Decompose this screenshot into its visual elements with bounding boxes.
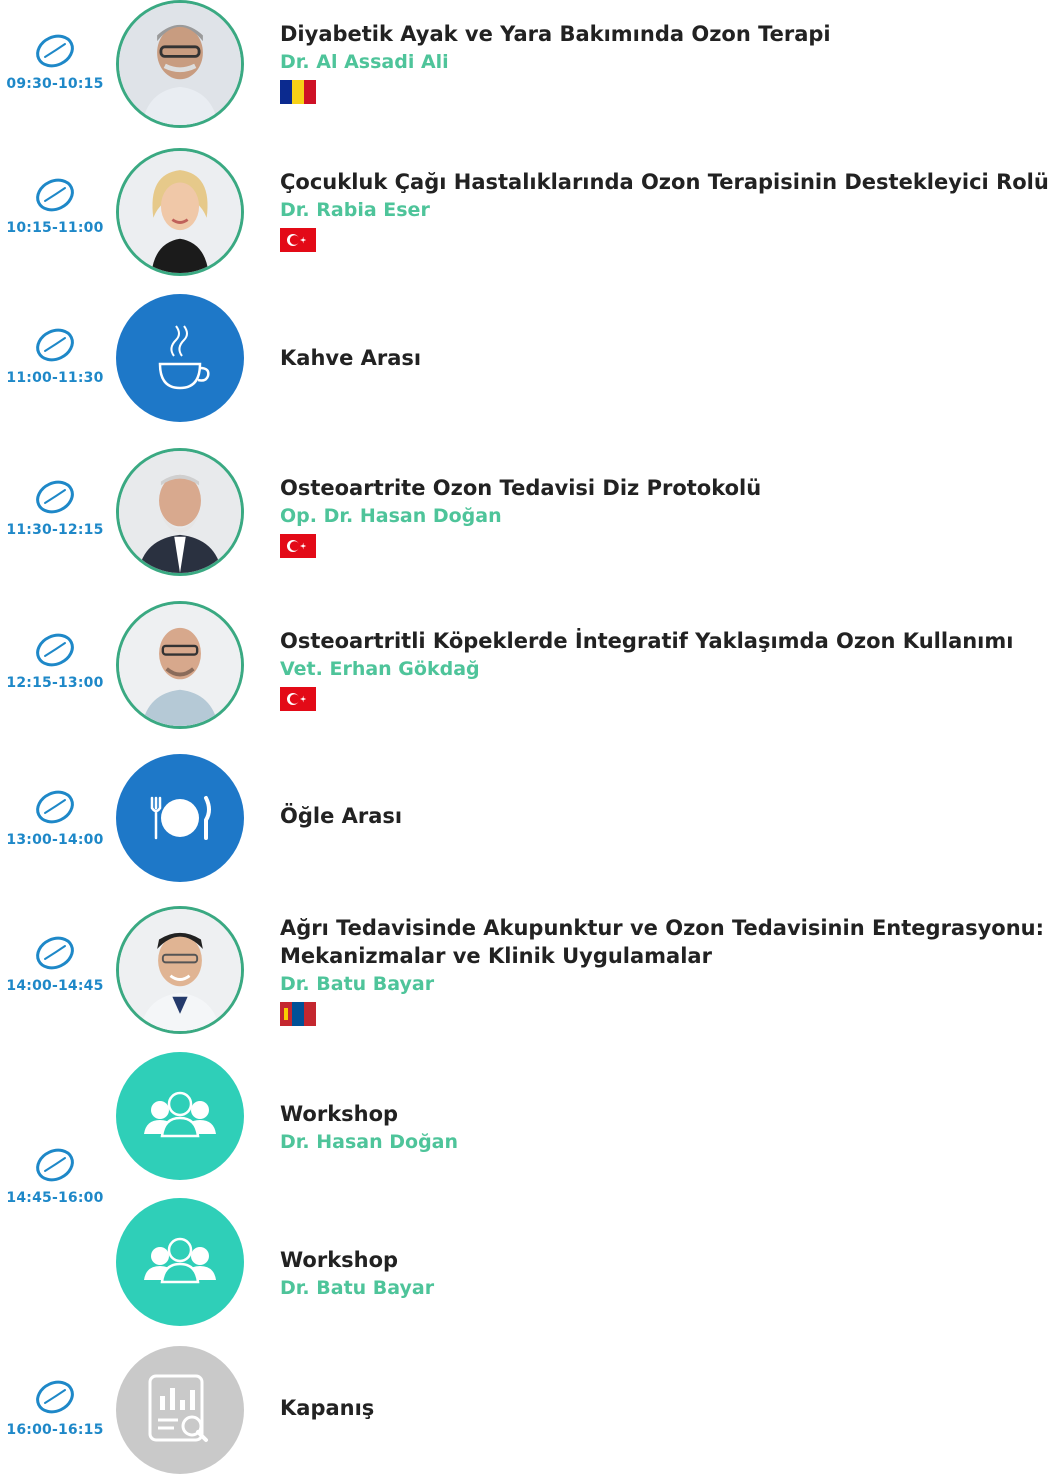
speaker-photo [116, 0, 244, 128]
session-info: Workshop Dr. Hasan Doğan [280, 1100, 1050, 1156]
speaker-name[interactable]: Dr. Hasan Doğan [280, 1128, 1050, 1156]
session-time: 10:15-11:00 [6, 220, 104, 236]
session-info: Osteoartritli Köpeklerde İntegratif Yakl… [280, 627, 1050, 711]
clock-icon [36, 633, 74, 667]
session-title: Öğle Arası [280, 804, 403, 828]
turkey-flag-icon [280, 534, 316, 558]
romania-flag-icon [280, 80, 316, 104]
session-title: Çocukluk Çağı Hastalıklarında Ozon Terap… [280, 170, 1049, 194]
coffee-cup-icon [116, 294, 244, 422]
speaker-photo [116, 448, 244, 576]
clock-icon [36, 328, 74, 362]
session-time: 14:00-14:45 [6, 978, 104, 994]
time-block: 12:15-13:00 [0, 631, 110, 691]
session-info: Ağrı Tedavisinde Akupunktur ve Ozon Teda… [280, 914, 1050, 1026]
speaker-name[interactable]: Vet. Erhan Gökdağ [280, 655, 1050, 683]
session-title: Diyabetik Ayak ve Yara Bakımında Ozon Te… [280, 22, 831, 46]
session-info: Öğle Arası [280, 802, 1050, 830]
time-block: 11:30-12:15 [0, 478, 110, 538]
report-search-icon [116, 1346, 244, 1474]
clock-icon [36, 480, 74, 514]
session-info: Workshop Dr. Batu Bayar [280, 1246, 1050, 1302]
clock-icon [36, 178, 74, 212]
session-info: Kapanış [280, 1394, 1050, 1422]
session-title-line-2: Mekanizmalar ve Klinik Uygulamalar [280, 944, 712, 968]
session-time: 13:00-14:00 [6, 832, 104, 848]
session-title-line-1: Ağrı Tedavisinde Akupunktur ve Ozon Teda… [280, 916, 1045, 940]
plate-fork-knife-icon [116, 754, 244, 882]
session-title: Osteoartrite Ozon Tedavisi Diz Protokolü [280, 476, 762, 500]
session-info: Kahve Arası [280, 344, 1050, 372]
group-people-icon [116, 1052, 244, 1180]
session-title: Kapanış [280, 1396, 375, 1420]
clock-icon [36, 1148, 74, 1182]
clock-icon [36, 1380, 74, 1414]
workshop-title: Workshop [280, 1248, 399, 1272]
time-block: 14:45-16:00 [0, 1146, 110, 1206]
speaker-photo [116, 148, 244, 276]
time-block: 13:00-14:00 [0, 788, 110, 848]
session-time: 12:15-13:00 [6, 675, 104, 691]
time-block: 10:15-11:00 [0, 176, 110, 236]
clock-icon [36, 936, 74, 970]
speaker-name[interactable]: Dr. Batu Bayar [280, 1274, 1050, 1302]
session-time: 11:00-11:30 [6, 370, 104, 386]
session-info: Çocukluk Çağı Hastalıklarında Ozon Terap… [280, 168, 1050, 252]
speaker-name[interactable]: Dr. Batu Bayar [280, 970, 1050, 998]
speaker-photo [116, 601, 244, 729]
mongolia-flag-icon [280, 1002, 316, 1026]
session-time: 14:45-16:00 [6, 1190, 104, 1206]
session-title: Kahve Arası [280, 346, 422, 370]
speaker-name[interactable]: Dr. Al Assadi Ali [280, 48, 1050, 76]
session-info: Diyabetik Ayak ve Yara Bakımında Ozon Te… [280, 20, 1050, 104]
session-time: 09:30-10:15 [6, 76, 104, 92]
time-block: 11:00-11:30 [0, 326, 110, 386]
clock-icon [36, 790, 74, 824]
speaker-name[interactable]: Dr. Rabia Eser [280, 196, 1050, 224]
speaker-name[interactable]: Op. Dr. Hasan Doğan [280, 502, 1050, 530]
turkey-flag-icon [280, 228, 316, 252]
session-time: 11:30-12:15 [6, 522, 104, 538]
clock-icon [36, 34, 74, 68]
speaker-photo [116, 906, 244, 1034]
session-title: Osteoartritli Köpeklerde İntegratif Yakl… [280, 629, 1014, 653]
time-block: 09:30-10:15 [0, 32, 110, 92]
workshop-title: Workshop [280, 1102, 399, 1126]
turkey-flag-icon [280, 687, 316, 711]
time-block: 14:00-14:45 [0, 934, 110, 994]
session-info: Osteoartrite Ozon Tedavisi Diz Protokolü… [280, 474, 1050, 558]
time-block: 16:00-16:15 [0, 1378, 110, 1438]
group-people-icon [116, 1198, 244, 1326]
session-time: 16:00-16:15 [6, 1422, 104, 1438]
